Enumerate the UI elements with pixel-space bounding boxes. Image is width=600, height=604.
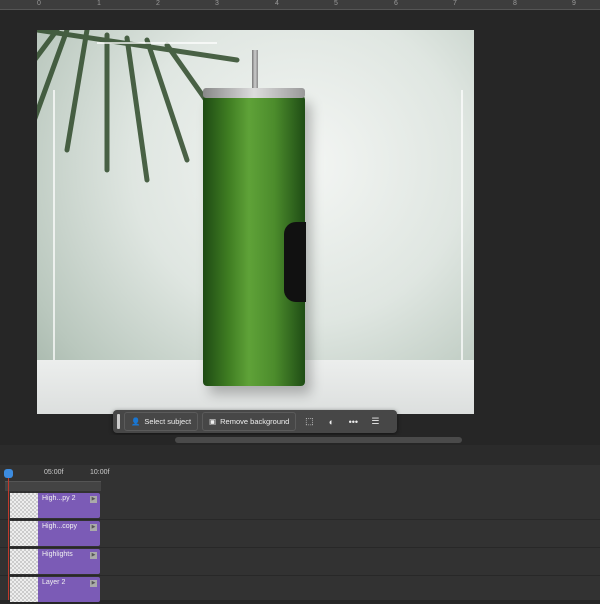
adjustment-icon[interactable]: ◐ bbox=[322, 417, 340, 427]
playhead-handle[interactable] bbox=[4, 469, 13, 478]
remove-background-label: Remove background bbox=[220, 417, 290, 426]
select-subject-button[interactable]: 👤 Select subject bbox=[124, 412, 199, 431]
time-label: 05:00f bbox=[44, 469, 64, 476]
decorative-frame-line bbox=[461, 90, 463, 360]
timeline-toolbar bbox=[0, 445, 600, 465]
ruler-tick: 4 bbox=[275, 0, 279, 7]
time-label: 10:00f bbox=[90, 469, 110, 476]
document-canvas[interactable] bbox=[37, 30, 474, 414]
layer-name: Layer 2 bbox=[42, 579, 66, 586]
ruler-tick: 3 bbox=[215, 0, 219, 7]
expand-clip-icon[interactable]: ▶ bbox=[90, 580, 97, 587]
decorative-frame-line bbox=[97, 42, 217, 44]
layer-track: Highlights ▶ bbox=[0, 548, 600, 576]
ruler-tick: 0 bbox=[37, 0, 41, 7]
tumbler-straw bbox=[252, 50, 258, 90]
ruler-tick: 2 bbox=[156, 0, 160, 7]
layer-thumbnail bbox=[10, 549, 38, 574]
select-subject-label: Select subject bbox=[144, 417, 192, 426]
settings-sliders-icon[interactable]: ☰ bbox=[366, 416, 384, 427]
layer-name: Highlights bbox=[42, 551, 73, 558]
work-area-bar[interactable] bbox=[5, 481, 101, 491]
layer-track: High...py 2 ▶ bbox=[0, 492, 600, 520]
layer-track: High...copy ▶ bbox=[0, 520, 600, 548]
decorative-frame-line bbox=[53, 90, 55, 360]
ruler-tick: 1 bbox=[97, 0, 101, 7]
layer-clip[interactable]: Highlights ▶ bbox=[10, 549, 100, 574]
transform-image-icon[interactable]: ⬚ bbox=[300, 416, 318, 427]
layer-clip[interactable]: Layer 2 ▶ bbox=[10, 577, 100, 602]
expand-clip-icon[interactable]: ▶ bbox=[90, 552, 97, 559]
playhead-line bbox=[8, 475, 9, 600]
layer-name: High...copy bbox=[42, 523, 78, 530]
layer-clip[interactable]: High...py 2 ▶ bbox=[10, 493, 100, 518]
remove-background-button[interactable]: ▣ Remove background bbox=[202, 412, 297, 431]
scrollbar-thumb[interactable] bbox=[175, 437, 462, 443]
ruler-tick: 8 bbox=[513, 0, 517, 7]
horizontal-ruler[interactable]: 0 1 2 3 4 5 6 7 8 9 bbox=[0, 0, 600, 10]
contextual-task-bar: 👤 Select subject ▣ Remove background ⬚ ◐ •… bbox=[113, 410, 397, 433]
layer-clip[interactable]: High...copy ▶ bbox=[10, 521, 100, 546]
more-options-icon[interactable]: ••• bbox=[344, 417, 362, 427]
ruler-tick: 6 bbox=[394, 0, 398, 7]
tumbler-artwork-figure bbox=[284, 222, 306, 302]
horizontal-scrollbar[interactable] bbox=[0, 435, 600, 445]
expand-clip-icon[interactable]: ▶ bbox=[90, 524, 97, 531]
tumbler-lid bbox=[203, 88, 305, 98]
layer-name: High...py 2 bbox=[42, 495, 76, 502]
timeline-panel: 05:00f 10:00f High...py 2 ▶ High...copy ▶ … bbox=[0, 445, 600, 604]
drag-handle[interactable] bbox=[117, 414, 120, 429]
ruler-tick: 9 bbox=[572, 0, 576, 7]
person-icon: 👤 bbox=[131, 417, 141, 426]
layer-thumbnail bbox=[10, 577, 38, 602]
layer-thumbnail bbox=[10, 521, 38, 546]
ruler-tick: 7 bbox=[453, 0, 457, 7]
expand-clip-icon[interactable]: ▶ bbox=[90, 496, 97, 503]
ruler-tick: 5 bbox=[334, 0, 338, 7]
image-icon: ▣ bbox=[209, 417, 217, 426]
layer-thumbnail bbox=[10, 493, 38, 518]
